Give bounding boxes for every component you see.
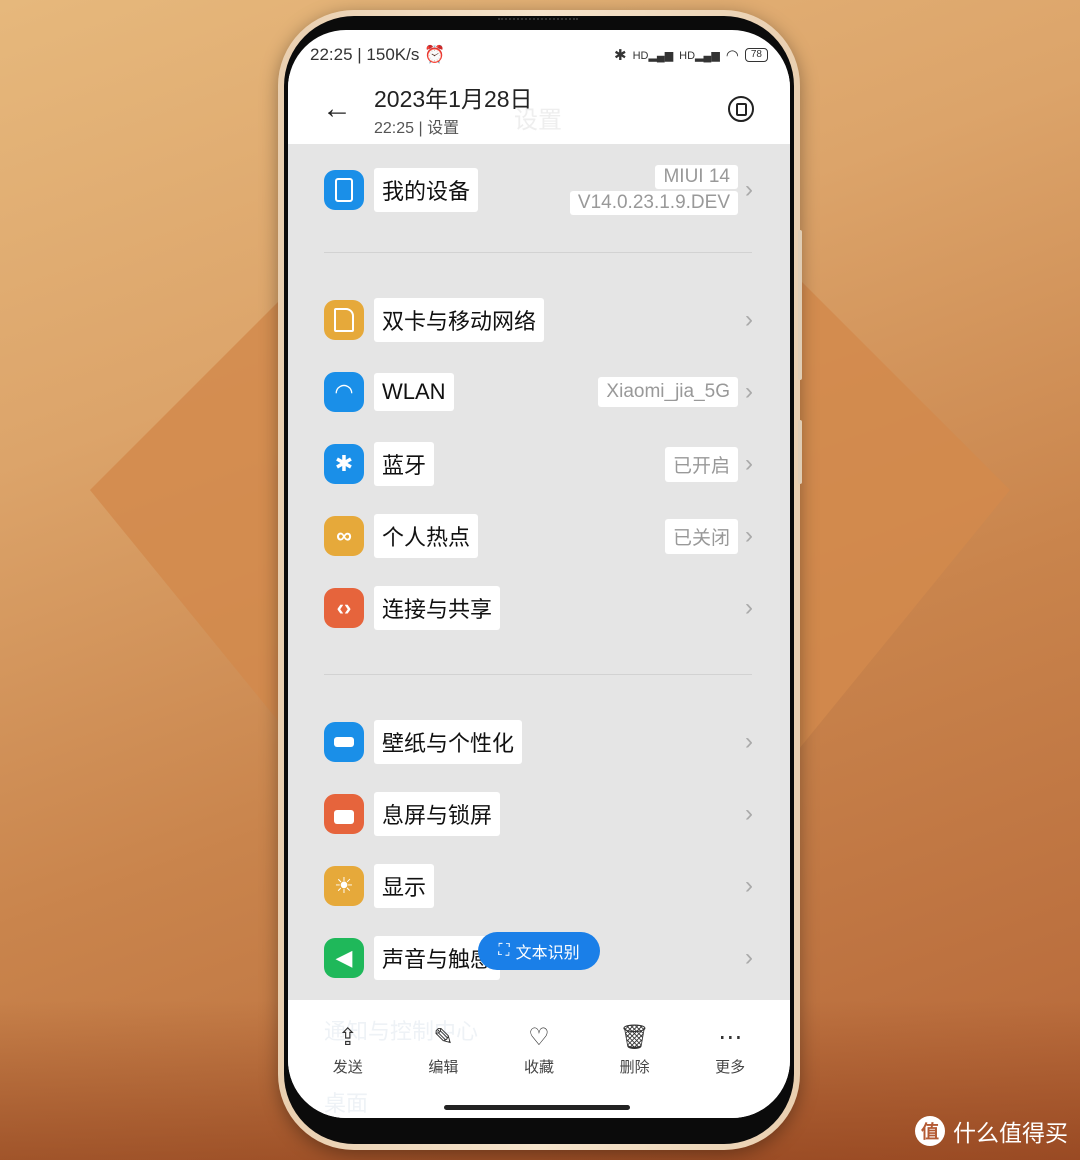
settings-item-label: 双卡与移动网络 [374, 298, 545, 342]
more-button[interactable]: ⋯ 更多 [695, 1024, 765, 1077]
hotspot-icon: ∞ [324, 516, 364, 556]
text-scan-icon: ⛶ [498, 942, 510, 959]
settings-item-wlan[interactable]: ◠ WLAN Xiaomi_jia_5G › [324, 368, 756, 416]
bottom-action-bar: 通知与控制中心 桌面 ⇪ 发送 ✎ 编辑 ♡ 收藏 🗑 删除 ⋯ 更多 [288, 1000, 790, 1118]
chevron-right-icon: › [745, 176, 753, 203]
settings-item-label: 我的设备 [374, 168, 479, 212]
chevron-right-icon: › [745, 306, 753, 333]
wlan-network-name: Xiaomi_jia_5G [598, 377, 738, 407]
delete-label: 删除 [619, 1059, 650, 1076]
wifi-icon: ◠ [725, 47, 739, 64]
settings-item-hotspot[interactable]: ∞ 个人热点 已关闭 › [324, 512, 756, 560]
settings-item-my-device[interactable]: 我的设备 MIUI 14 V14.0.23.1.9.DEV › [324, 162, 756, 218]
settings-list: 我的设备 MIUI 14 V14.0.23.1.9.DEV › 双卡与移动网络 … [288, 144, 790, 1000]
section-divider [324, 674, 752, 675]
delete-button[interactable]: 🗑 删除 [600, 1024, 670, 1077]
settings-item-label: 连接与共享 [374, 586, 501, 630]
bluetooth-icon: ✱ [324, 444, 364, 484]
watermark-text: 什么值得买 [953, 1120, 1068, 1146]
wallpaper-icon [324, 722, 364, 762]
send-label: 发送 [332, 1059, 363, 1076]
status-bar: 22:25 | 150K/s ⏰ ✱ HD▂▄▆ HD▂▄▆ ◠ 78 [310, 42, 768, 68]
share-upload-icon: ⇪ [337, 1024, 358, 1051]
miui-version-name: MIUI 14 [655, 165, 738, 189]
power-button [798, 420, 802, 484]
settings-item-connection-sharing[interactable]: ‹› 连接与共享 › [324, 584, 756, 632]
chevron-right-icon: › [745, 378, 753, 405]
home-indicator[interactable] [444, 1105, 630, 1110]
chevron-right-icon: › [745, 594, 753, 621]
status-right: ✱ HD▂▄▆ HD▂▄▆ ◠ 78 [614, 46, 768, 64]
settings-item-label: 壁纸与个性化 [374, 720, 523, 764]
heart-icon: ♡ [528, 1024, 550, 1051]
status-left: 22:25 | 150K/s ⏰ [310, 45, 446, 64]
chevron-right-icon: › [745, 522, 753, 549]
chevron-right-icon: › [745, 800, 753, 827]
settings-item-wallpaper[interactable]: 壁纸与个性化 › [324, 718, 756, 766]
signal-hd-icon: HD▂▄▆ [679, 49, 720, 62]
volume-button [798, 230, 802, 380]
phone-screen: 22:25 | 150K/s ⏰ ✱ HD▂▄▆ HD▂▄▆ ◠ 78 ← 20… [288, 30, 790, 1118]
settings-item-lock-screen[interactable]: 息屏与锁屏 › [324, 790, 756, 838]
more-icon: ⋯ [718, 1024, 743, 1051]
page-title: 2023年1月28日 [374, 86, 533, 112]
ghost-item-home: 桌面 [324, 1091, 369, 1116]
more-label: 更多 [715, 1059, 746, 1076]
miui-version-build: V14.0.23.1.9.DEV [569, 191, 738, 215]
device-icon [324, 170, 364, 210]
watermark: 值 什么值得买 [915, 1114, 1068, 1148]
hotspot-status: 已关闭 [664, 518, 738, 554]
signal-hd-icon: HD▂▄▆ [632, 49, 674, 62]
arrow-left-icon[interactable]: ← [322, 92, 352, 126]
background-fold-left [90, 270, 310, 760]
edit-icon: ✎ [433, 1024, 454, 1051]
text-recognition-label: 文本识别 [515, 945, 580, 962]
settings-item-label: 个人热点 [374, 514, 479, 558]
sound-icon: ◀ [324, 938, 364, 978]
earpiece-speaker [498, 18, 578, 22]
action-buttons: ⇪ 发送 ✎ 编辑 ♡ 收藏 🗑 删除 ⋯ 更多 [288, 1024, 790, 1077]
settings-item-sim[interactable]: 双卡与移动网络 › [324, 296, 756, 344]
text-recognition-button[interactable]: ⛶ 文本识别 [478, 932, 600, 970]
settings-item-label: 蓝牙 [374, 442, 435, 486]
watermark-logo-icon: 值 [915, 1116, 945, 1146]
page-subtitle: 22:25 | 设置 [374, 120, 460, 137]
sim-card-icon [324, 300, 364, 340]
chevron-right-icon: › [745, 450, 753, 477]
chevron-right-icon: › [745, 728, 753, 755]
edit-button[interactable]: ✎ 编辑 [408, 1024, 478, 1077]
wifi-icon: ◠ [324, 372, 364, 412]
settings-item-display[interactable]: ☀ 显示 › [324, 862, 756, 910]
settings-item-label: WLAN [374, 373, 454, 411]
bluetooth-status: 已开启 [664, 446, 738, 482]
network-speed: 150K/s [366, 45, 420, 64]
edit-label: 编辑 [428, 1059, 459, 1076]
favorite-label: 收藏 [523, 1059, 554, 1076]
ghost-settings-title: 设置 [514, 107, 562, 134]
section-divider [324, 252, 752, 253]
trash-icon: 🗑 [619, 1024, 650, 1051]
settings-item-label: 息屏与锁屏 [374, 792, 501, 836]
battery-indicator: 78 [744, 48, 768, 62]
rotate-screen-icon[interactable] [728, 96, 754, 122]
share-icon: ‹› [324, 588, 364, 628]
miui-version: MIUI 14 V14.0.23.1.9.DEV [569, 165, 738, 215]
chevron-right-icon: › [745, 872, 753, 899]
favorite-button[interactable]: ♡ 收藏 [504, 1024, 574, 1077]
alarm-clock-icon: ⏰ [424, 45, 446, 64]
brightness-icon: ☀ [324, 866, 364, 906]
background-fold-right [790, 270, 1010, 760]
bluetooth-icon: ✱ [613, 47, 627, 64]
settings-item-label: 显示 [374, 864, 435, 908]
settings-item-bluetooth[interactable]: ✱ 蓝牙 已开启 › [324, 440, 756, 488]
chevron-right-icon: › [745, 944, 753, 971]
send-button[interactable]: ⇪ 发送 [313, 1024, 383, 1077]
status-time: 22:25 [310, 45, 353, 64]
lock-icon [324, 794, 364, 834]
app-header: ← 2023年1月28日 22:25 | 设置 设置 [288, 74, 790, 144]
